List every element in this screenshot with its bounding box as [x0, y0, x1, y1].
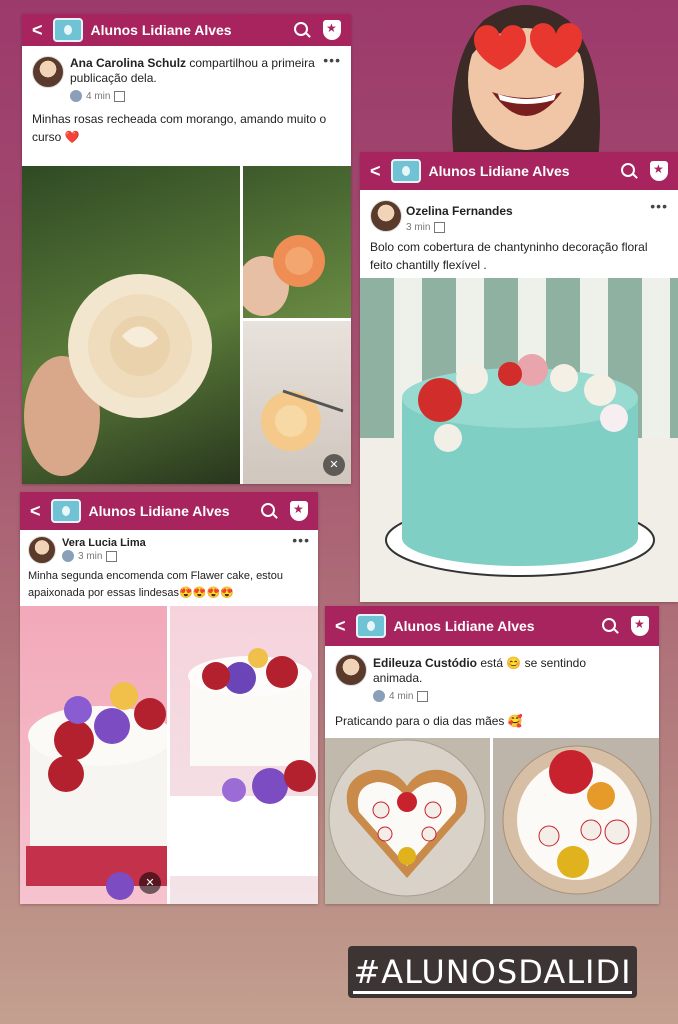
memoji-heart-eyes-sticker	[452, 5, 600, 160]
hashtag-text: #ALUNOSDALIDI	[353, 953, 632, 994]
photo-heart-cake[interactable]	[325, 738, 490, 904]
post-text: Bolo com cobertura de chantyninho decora…	[370, 240, 648, 272]
post-body: Ozelina Fernandes 3 min ••• Bolo com cob…	[360, 190, 678, 278]
back-arrow-icon[interactable]: <	[370, 161, 381, 182]
avatar[interactable]	[335, 654, 367, 686]
avatar[interactable]	[28, 536, 56, 564]
group-icon	[52, 18, 83, 42]
post-time: 3 min	[406, 222, 431, 233]
group-icon	[390, 159, 421, 183]
photo-rose-large[interactable]	[22, 166, 240, 484]
back-arrow-icon[interactable]: <	[335, 616, 346, 637]
calendar-icon	[106, 550, 118, 562]
post-card-edileuza: < Alunos Lidiane Alves Edileuza Custódio…	[325, 606, 659, 904]
post-time: 3 min	[78, 550, 103, 562]
post-body: Edileuza Custódio está 😊 se sentindo ani…	[325, 646, 659, 738]
photo-cake-teal[interactable]	[360, 278, 678, 602]
group-icon	[50, 499, 81, 523]
post-time: 4 min	[86, 90, 111, 102]
post-text: Praticando para o dia das mães 🥰	[335, 714, 523, 728]
search-icon[interactable]	[601, 617, 619, 635]
search-icon[interactable]	[293, 21, 311, 39]
photo-rose-video[interactable]: ✕	[243, 321, 351, 484]
more-icon[interactable]: •••	[323, 52, 341, 68]
hashtag-sticker: #ALUNOSDALIDI	[348, 946, 637, 998]
photo-rose-orange[interactable]	[237, 166, 351, 318]
group-name: Alunos Lidiane Alves	[393, 618, 535, 634]
calendar-icon	[434, 222, 446, 233]
audience-icon	[373, 690, 385, 702]
post-time: 4 min	[389, 690, 414, 702]
search-icon[interactable]	[620, 162, 638, 180]
post-author-line: Ana Carolina Schulz compartilhou a prime…	[70, 56, 318, 86]
volume-off-icon[interactable]: ✕	[323, 454, 345, 476]
group-header-bar: < Alunos Lidiane Alves	[20, 492, 318, 530]
post-card-ozelina: < Alunos Lidiane Alves Ozelina Fernandes…	[360, 152, 678, 602]
post-meta: 4 min	[70, 90, 126, 102]
group-header-bar: < Alunos Lidiane Alves	[360, 152, 678, 190]
photo-round-cake[interactable]	[493, 738, 659, 904]
photo-flower-cake-1[interactable]: ✕	[20, 606, 174, 904]
post-text: Minhas rosas recheada com morango, amand…	[32, 112, 327, 144]
calendar-icon	[114, 90, 126, 102]
group-icon	[355, 614, 386, 638]
calendar-icon	[417, 690, 429, 702]
post-meta: 3 min	[406, 222, 446, 233]
back-arrow-icon[interactable]: <	[30, 501, 41, 522]
audience-icon	[62, 550, 74, 562]
volume-off-icon[interactable]: ✕	[139, 872, 161, 894]
post-author-line: Vera Lucia Lima	[62, 536, 282, 551]
photo-flower-cake-2[interactable]	[170, 606, 318, 904]
avatar[interactable]	[370, 200, 402, 232]
group-name: Alunos Lidiane Alves	[90, 22, 232, 38]
post-card-ana: < Alunos Lidiane Alves Ana Carolina Schu…	[22, 14, 351, 484]
author-name[interactable]: Edileuza Custódio	[373, 656, 477, 670]
shield-star-icon[interactable]	[323, 20, 341, 40]
shield-star-icon[interactable]	[650, 161, 668, 181]
shield-star-icon[interactable]	[631, 616, 649, 636]
post-text: Minha segunda encomenda com Flawer cake,…	[28, 570, 283, 599]
post-body: Vera Lucia Lima 3 min ••• Minha segunda …	[20, 530, 318, 606]
post-meta: 4 min	[373, 690, 429, 702]
author-name[interactable]: Ana Carolina Schulz	[70, 56, 186, 70]
group-name: Alunos Lidiane Alves	[428, 163, 570, 179]
group-header-bar: < Alunos Lidiane Alves	[325, 606, 659, 646]
more-icon[interactable]: •••	[292, 532, 310, 548]
post-body: Ana Carolina Schulz compartilhou a prime…	[22, 46, 351, 166]
post-meta: 3 min	[62, 550, 118, 562]
more-icon[interactable]: •••	[650, 198, 668, 214]
back-arrow-icon[interactable]: <	[32, 20, 43, 41]
author-name[interactable]: Ozelina Fernandes	[406, 204, 513, 218]
group-name: Alunos Lidiane Alves	[88, 503, 230, 519]
search-icon[interactable]	[260, 502, 278, 520]
group-header-bar: < Alunos Lidiane Alves	[22, 14, 351, 46]
audience-icon	[70, 90, 82, 102]
post-author-line: Edileuza Custódio está 😊 se sentindo ani…	[373, 656, 623, 686]
author-name[interactable]: Vera Lucia Lima	[62, 537, 146, 549]
avatar[interactable]	[32, 56, 64, 88]
post-card-vera: < Alunos Lidiane Alves Vera Lucia Lima 3…	[20, 492, 318, 904]
post-author-line: Ozelina Fernandes	[406, 204, 636, 219]
shield-star-icon[interactable]	[290, 501, 308, 521]
